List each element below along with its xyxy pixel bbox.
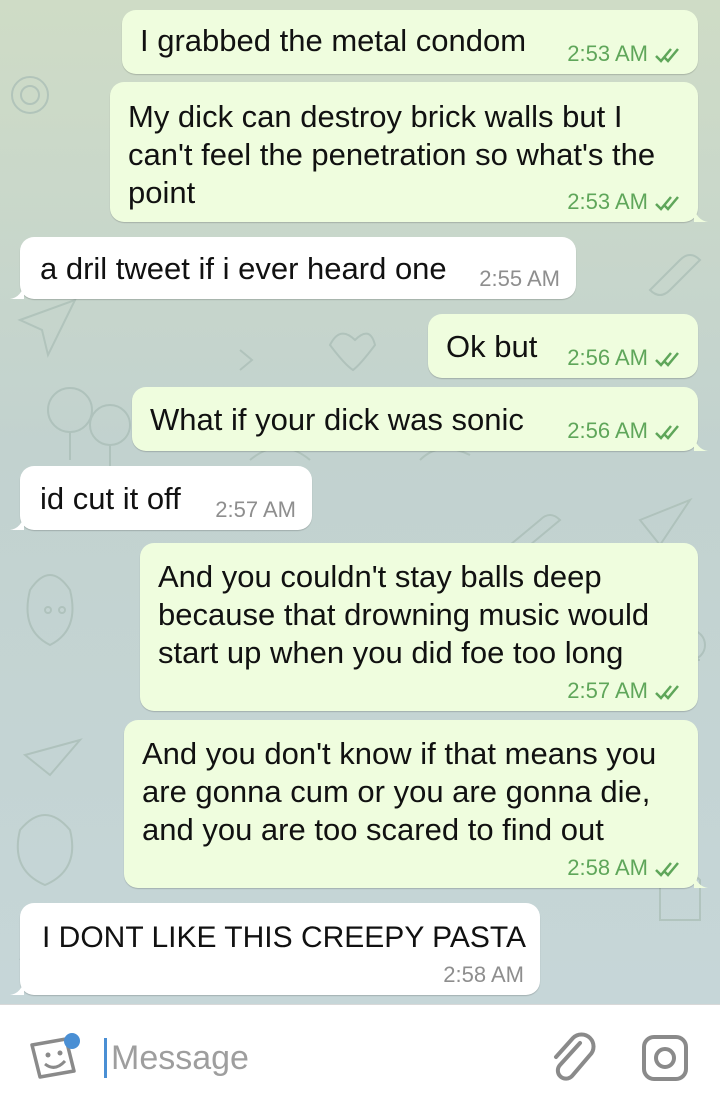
double-check-icon	[655, 862, 679, 877]
message-time: 2:57 AM	[567, 678, 648, 703]
message-text: and you are too scared to find out	[142, 812, 604, 847]
paperclip-icon[interactable]	[548, 1031, 598, 1088]
double-check-icon	[655, 48, 679, 63]
bubble-tail	[10, 283, 24, 299]
message-time: 2:57 AM	[215, 497, 296, 522]
message-text: And you couldn't stay balls deep	[158, 559, 602, 594]
bubble-tail	[10, 979, 24, 995]
message-text: are gonna cum or you are gonna die,	[142, 774, 651, 809]
double-check-icon	[655, 196, 679, 211]
camera-icon[interactable]	[640, 1033, 690, 1088]
message-bubble-incoming[interactable]: id cut it off 2:57 AM	[10, 466, 312, 530]
message-bubble-incoming[interactable]: I DONT LIKE THIS CREEPY PASTA 2:58 AM	[10, 903, 540, 995]
message-text: My dick can destroy brick walls but I	[128, 99, 623, 134]
message-bubble-outgoing[interactable]: And you don't know if that means you are…	[124, 720, 708, 888]
message-bubble-outgoing[interactable]: My dick can destroy brick walls but I ca…	[110, 82, 708, 222]
message-bubble-outgoing[interactable]: Ok but 2:56 AM	[428, 314, 698, 378]
message-bubble-outgoing[interactable]: I grabbed the metal condom 2:53 AM	[122, 10, 698, 74]
message-time: 2:58 AM	[443, 962, 524, 987]
message-time: 2:53 AM	[567, 189, 648, 214]
message-time: 2:56 AM	[567, 418, 648, 443]
message-time: 2:58 AM	[567, 855, 648, 880]
double-check-icon	[655, 685, 679, 700]
message-text: because that drowning music would	[158, 597, 650, 632]
double-check-icon	[655, 425, 679, 440]
double-check-icon	[655, 352, 679, 367]
message-text: can't feel the penetration so what's the	[128, 137, 656, 172]
message-text: I DONT LIKE THIS CREEPY PASTA	[42, 921, 527, 954]
message-bubble-outgoing[interactable]: And you couldn't stay balls deep because…	[140, 543, 698, 711]
bubble-tail	[694, 435, 708, 451]
message-composer: Message	[0, 1004, 720, 1105]
sticker-icon[interactable]	[26, 1031, 82, 1088]
message-time: 2:53 AM	[567, 41, 648, 66]
message-time: 2:55 AM	[479, 266, 560, 291]
message-bubble-incoming[interactable]: a dril tweet if i ever heard one 2:55 AM	[10, 237, 576, 299]
bubble-tail	[694, 872, 708, 888]
message-text: start up when you did foe too long	[158, 635, 624, 670]
message-time: 2:56 AM	[567, 345, 648, 370]
bubble-tail	[694, 206, 708, 222]
message-bubble-outgoing[interactable]: What if your dick was sonic 2:56 AM	[132, 387, 708, 451]
bubble-tail	[10, 514, 24, 530]
message-text: And you don't know if that means you	[142, 736, 657, 771]
message-input[interactable]: Message	[104, 1038, 249, 1078]
